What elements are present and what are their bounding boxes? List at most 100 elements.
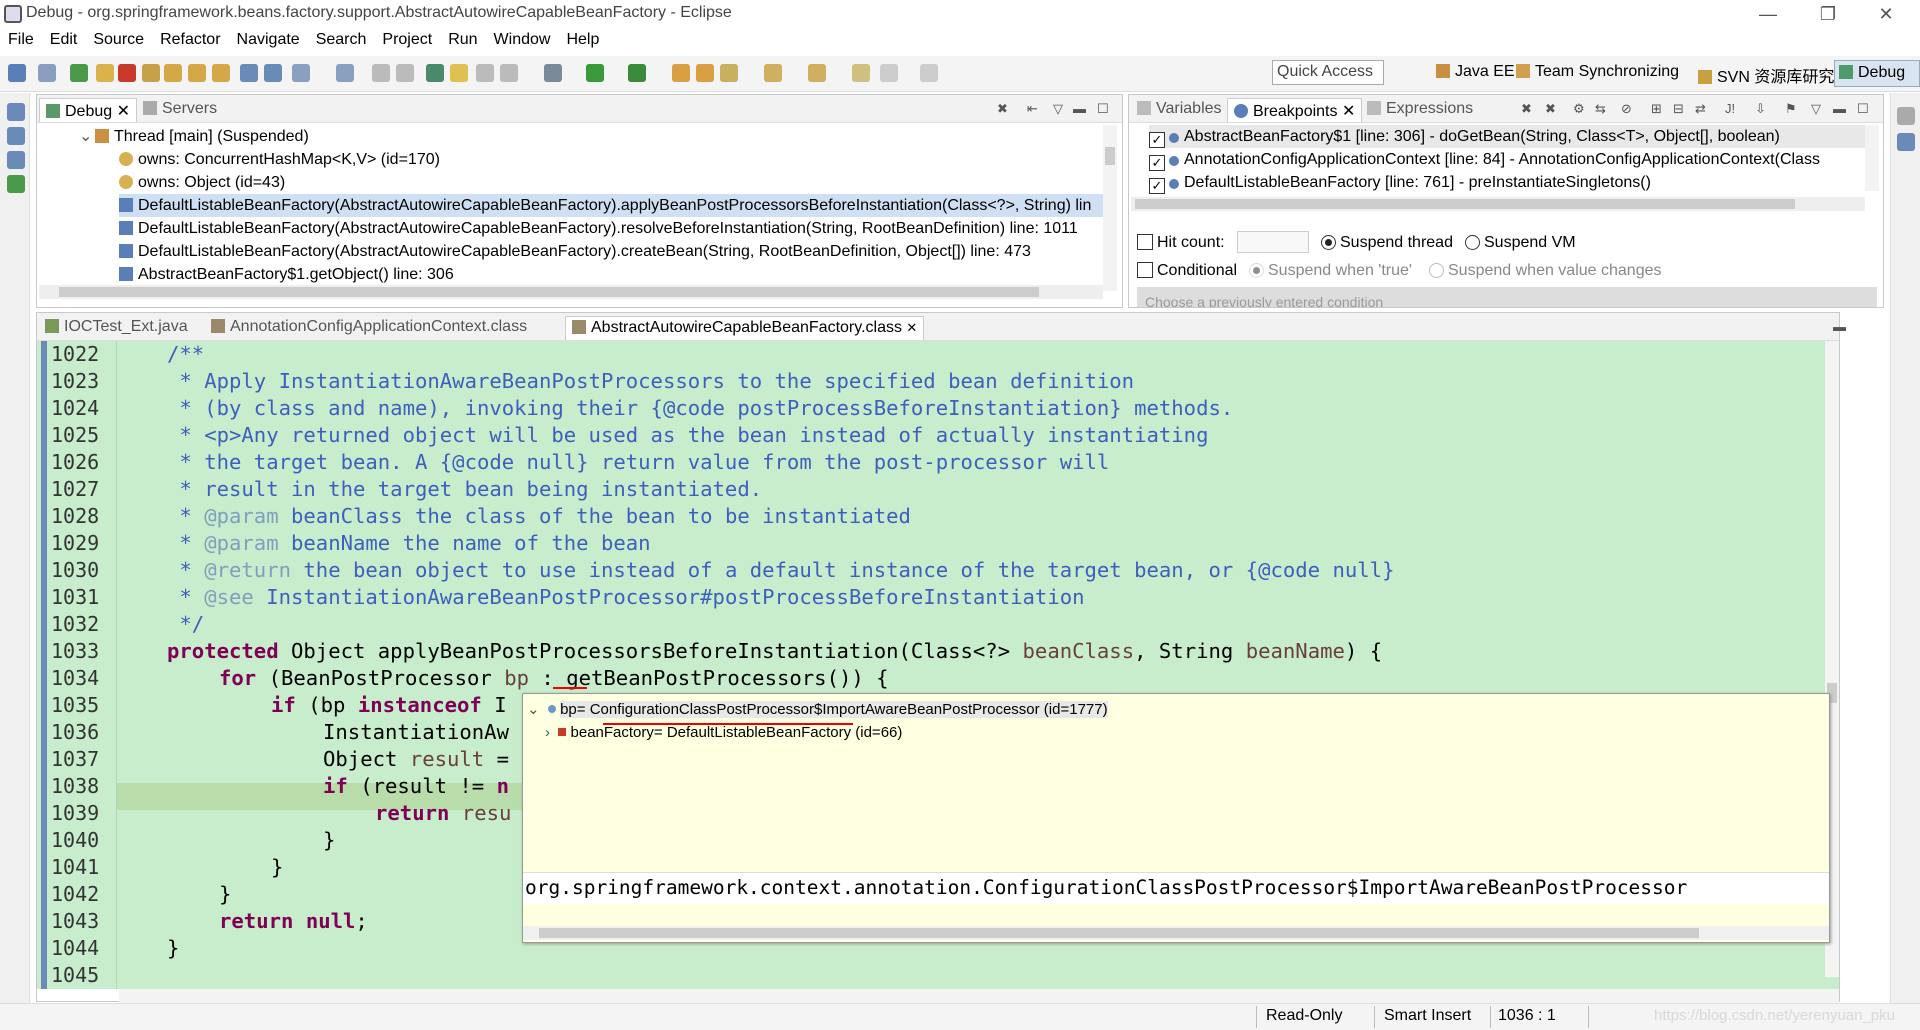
disconnect-icon[interactable]: [142, 64, 160, 82]
restore-button[interactable]: ❐: [1808, 2, 1848, 26]
condition-history-combo[interactable]: Choose a previously entered condition: [1137, 287, 1877, 307]
breakpoint-checkbox[interactable]: ✓: [1149, 132, 1165, 148]
menu-refactor[interactable]: Refactor: [152, 28, 228, 52]
breakpoint-row[interactable]: ✓ AnnotationConfigApplicationContext [lin…: [1149, 148, 1865, 171]
show-supported-icon[interactable]: ⚙: [1573, 101, 1585, 117]
breakpoint-checkbox[interactable]: ✓: [1149, 155, 1165, 171]
suspend-changes-option[interactable]: Suspend when value changes: [1429, 259, 1662, 282]
suspend-changes-radio[interactable]: [1429, 263, 1444, 278]
hover-child-row[interactable]: › beanFactory= DefaultListableBeanFactor…: [545, 724, 902, 741]
save-icon[interactable]: [8, 64, 26, 82]
resume-icon[interactable]: [70, 64, 88, 82]
tab-breakpoints[interactable]: Breakpoints ✕: [1227, 98, 1363, 122]
previous-annotation-icon[interactable]: [808, 64, 826, 82]
expand-arrow-icon[interactable]: ›: [545, 724, 550, 741]
hover-variable-row[interactable]: ⌄ bp= ConfigurationClassPostProcessor$Im…: [527, 700, 1108, 718]
filter-icon[interactable]: ⚑: [1785, 101, 1797, 117]
step-return-icon[interactable]: [212, 64, 230, 82]
debug-horizontal-scrollbar[interactable]: [39, 285, 1103, 299]
skip-all-icon[interactable]: ⊘: [1621, 101, 1632, 117]
use-step-filters-icon[interactable]: [264, 64, 282, 82]
variable-token[interactable]: bp: [504, 666, 529, 690]
hit-count-checkbox[interactable]: [1137, 234, 1153, 250]
link-icon[interactable]: ⇄: [1695, 101, 1706, 117]
maximize-view-icon[interactable]: ☐: [1857, 101, 1869, 117]
highlight-icon[interactable]: [450, 64, 468, 82]
hit-count-input[interactable]: [1237, 231, 1309, 253]
minimize-view-icon[interactable]: ▬: [1833, 101, 1846, 116]
conditional-checkbox[interactable]: [1137, 262, 1153, 278]
maximize-view-icon[interactable]: ☐: [1097, 101, 1109, 117]
close-button[interactable]: ✕: [1866, 2, 1906, 26]
outline-icon[interactable]: [1897, 133, 1915, 151]
breakpoint-row[interactable]: ✓ AbstractBeanFactory$1 [line: 306] - doG…: [1149, 125, 1865, 148]
open-type-icon[interactable]: [672, 64, 690, 82]
exception-breakpoint-icon[interactable]: J!: [1725, 101, 1735, 116]
insert-mode-status[interactable]: Smart Insert: [1384, 1007, 1471, 1025]
suspend-thread-option[interactable]: Suspend thread: [1321, 231, 1453, 254]
perspective-svn[interactable]: SVN 资源库研究: [1694, 60, 1838, 87]
collapse-all-icon[interactable]: ⊟: [1673, 101, 1684, 117]
breakpoint-row[interactable]: ✓ DefaultListableBeanFactory [line: 761] …: [1149, 171, 1865, 194]
breakpoint-checkbox[interactable]: ✓: [1149, 178, 1165, 194]
tab-variables[interactable]: Variables: [1131, 98, 1228, 122]
tasks-view-icon[interactable]: [7, 151, 25, 169]
step-into-icon[interactable]: [164, 64, 182, 82]
external-tools-icon[interactable]: [628, 64, 646, 82]
toggle-block-icon[interactable]: [476, 64, 494, 82]
tab-annotation-config[interactable]: AnnotationConfigApplicationContext.class: [205, 316, 533, 340]
hover-horizontal-scrollbar[interactable]: [523, 926, 1829, 940]
expand-chevron-icon[interactable]: ⌄: [527, 701, 540, 718]
tab-ioctest-ext[interactable]: IOCTest_Ext.java: [39, 316, 194, 340]
hit-count-option[interactable]: Hit count:: [1137, 231, 1225, 254]
skip-breakpoints-icon[interactable]: [38, 64, 56, 82]
tree-row-stackframe-selected[interactable]: DefaultListableBeanFactory(AbstractAutow…: [119, 194, 1103, 217]
tree-row-monitor[interactable]: owns: Object (id=43): [119, 171, 285, 194]
outline-view-icon[interactable]: [7, 175, 25, 193]
drop-to-frame-icon[interactable]: [240, 64, 258, 82]
tab-abstract-autowire[interactable]: AbstractAutowireCapableBeanFactory.class…: [565, 316, 925, 340]
tab-expressions[interactable]: Expressions: [1361, 98, 1479, 122]
tab-debug[interactable]: Debug ✕: [39, 98, 138, 122]
perspective-debug[interactable]: Debug: [1834, 60, 1920, 87]
debug-run-icon[interactable]: [544, 64, 562, 82]
remove-terminated-icon[interactable]: ✖: [997, 101, 1008, 117]
next-annotation-icon[interactable]: [764, 64, 782, 82]
back-icon[interactable]: [880, 64, 898, 82]
suspend-true-radio[interactable]: [1249, 263, 1264, 278]
minimize-view-icon[interactable]: ▬: [1073, 101, 1086, 116]
menu-run[interactable]: Run: [440, 28, 485, 52]
menu-edit[interactable]: Edit: [42, 28, 86, 52]
menu-file[interactable]: File: [0, 28, 42, 52]
quick-access-input[interactable]: Quick Access: [1272, 60, 1384, 85]
collapse-icon[interactable]: ⇤: [1027, 101, 1038, 117]
close-icon[interactable]: ✕: [117, 103, 130, 120]
pin-icon[interactable]: [426, 64, 444, 82]
suspend-thread-radio[interactable]: [1321, 235, 1336, 250]
conditional-option[interactable]: Conditional: [1137, 259, 1237, 282]
minimize-editor-icon[interactable]: ▬: [1833, 319, 1846, 334]
tree-row-thread[interactable]: ⌄ Thread [main] (Suspended): [79, 125, 309, 148]
step-over-icon[interactable]: [188, 64, 206, 82]
close-icon[interactable]: ✕: [906, 320, 917, 335]
editor-horizontal-scrollbar[interactable]: [119, 989, 1839, 1003]
restore-view-icon[interactable]: [1897, 107, 1915, 125]
tab-servers[interactable]: Servers: [137, 98, 223, 122]
remove-breakpoint-icon[interactable]: ✖: [1521, 101, 1532, 117]
remove-all-breakpoints-icon[interactable]: ✖: [1545, 101, 1556, 117]
view-menu-icon[interactable]: ▽: [1811, 101, 1821, 117]
console-view-icon[interactable]: [7, 127, 25, 145]
forward-icon[interactable]: [920, 64, 938, 82]
open-task-icon[interactable]: [696, 64, 714, 82]
menu-navigate[interactable]: Navigate: [229, 28, 308, 52]
suspend-true-option[interactable]: Suspend when 'true': [1249, 259, 1412, 282]
close-icon[interactable]: ✕: [1342, 103, 1355, 120]
suspend-vm-radio[interactable]: [1465, 235, 1480, 250]
last-edit-icon[interactable]: [852, 64, 870, 82]
menu-project[interactable]: Project: [374, 28, 440, 52]
tree-row-stackframe[interactable]: DefaultListableBeanFactory(AbstractAutow…: [119, 240, 1031, 263]
search-icon[interactable]: [720, 64, 738, 82]
debug-vertical-scrollbar[interactable]: [1103, 125, 1117, 291]
suspend-icon[interactable]: [96, 64, 114, 82]
whitespace-icon[interactable]: [500, 64, 518, 82]
